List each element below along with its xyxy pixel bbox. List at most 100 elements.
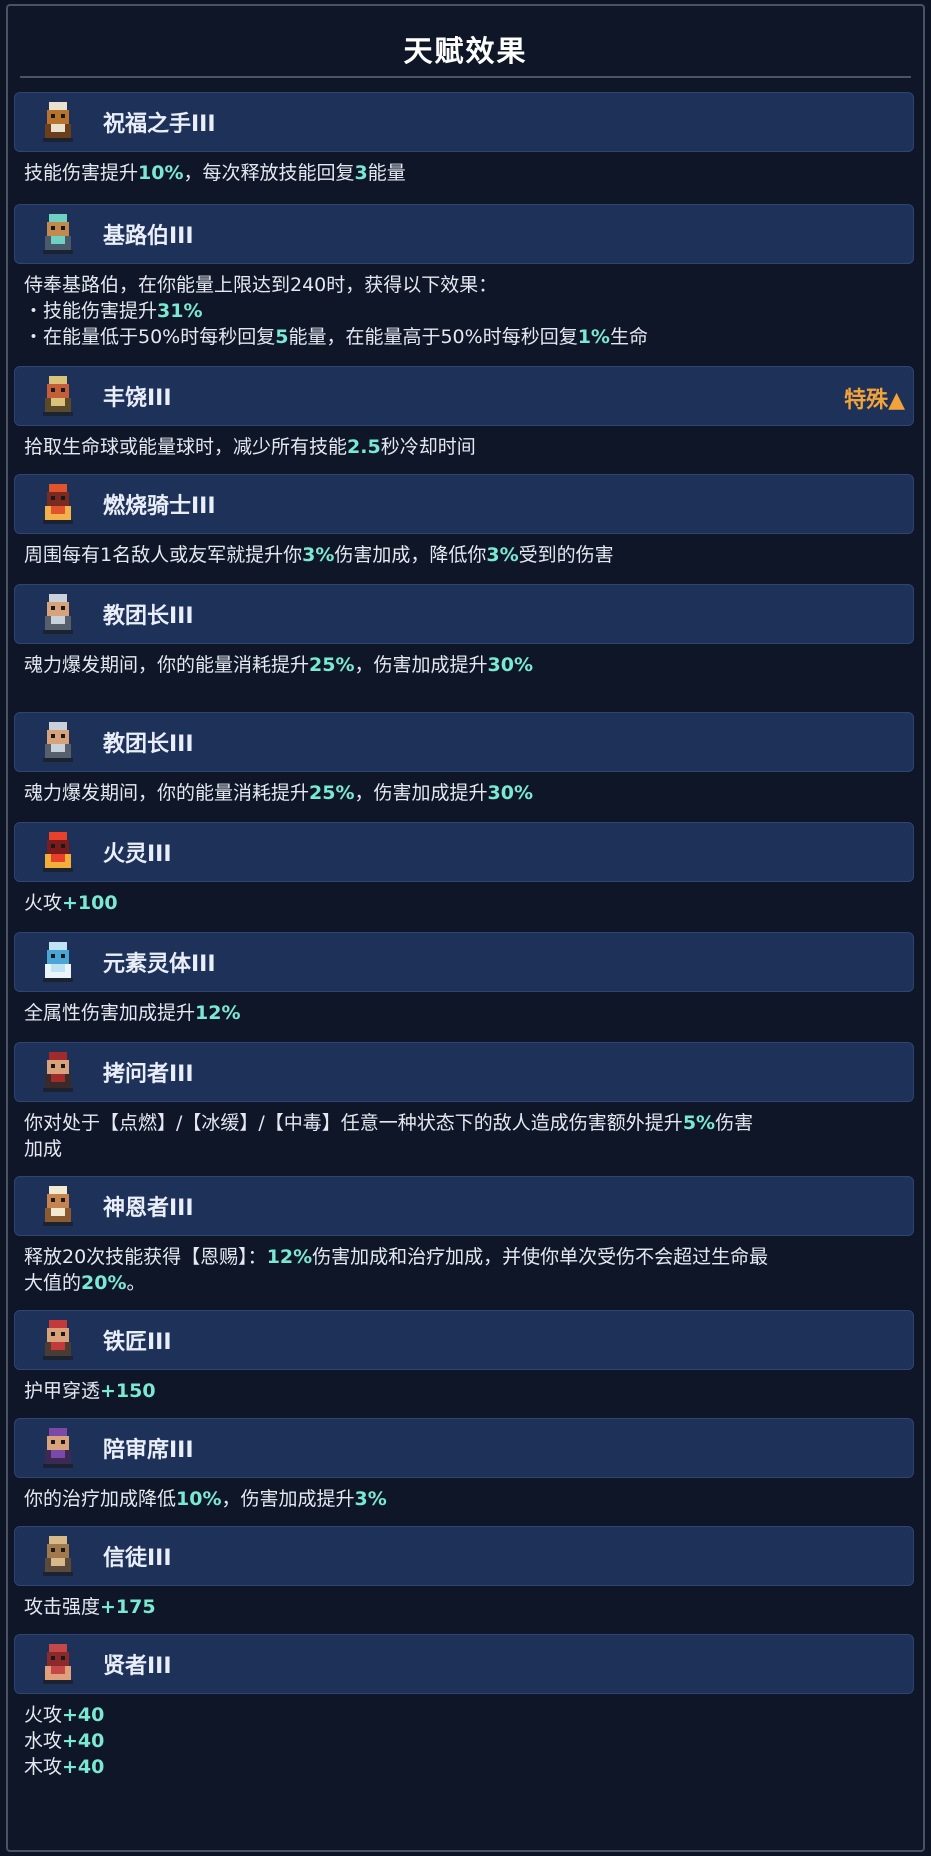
white-haired-elder-icon bbox=[43, 102, 73, 142]
talent-header[interactable]: 拷问者III bbox=[14, 1042, 914, 1102]
talent-list[interactable]: 祝福之手III 技能伤害提升10%，每次释放技能回复3能量 基路伯III 侍奉基路伯，… bbox=[14, 92, 914, 1794]
highlight-value: 25% bbox=[309, 654, 355, 676]
description-text: 攻击强度 bbox=[24, 1596, 101, 1618]
highlight-value: 3% bbox=[354, 1488, 387, 1510]
highlight-value: 30% bbox=[487, 654, 533, 676]
talent-header[interactable]: 神恩者III bbox=[14, 1176, 914, 1236]
description-text: 拾取生命球或能量球时，减少所有技能 bbox=[24, 436, 348, 458]
talent-header[interactable]: 元素灵体III bbox=[14, 932, 914, 992]
highlight-value: +40 bbox=[62, 1756, 105, 1778]
talent-item: 信徒III 攻击强度+175 bbox=[14, 1526, 914, 1620]
talent-header[interactable]: 陪审席III bbox=[14, 1418, 914, 1478]
description-line: 全属性伤害加成提升12% bbox=[24, 1000, 914, 1026]
description-text: 。 bbox=[126, 1272, 146, 1294]
talent-header[interactable]: 教团长III bbox=[14, 584, 914, 644]
highlight-value: 3% bbox=[302, 544, 335, 566]
talent-header[interactable]: 丰饶III 特殊▲ bbox=[14, 366, 914, 426]
description-line: 加成 bbox=[24, 1136, 914, 1162]
description-line: 你对处于【点燃】/【冰缓】/【中毒】任意一种状态下的敌人造成伤害额外提升5%伤害 bbox=[24, 1110, 914, 1136]
talent-description: 周围每有1名敌人或友军就提升你3%伤害加成，降低你3%受到的伤害 bbox=[14, 534, 914, 568]
highlight-value: 20% bbox=[81, 1272, 127, 1294]
talent-item: 拷问者III 你对处于【点燃】/【冰缓】/【中毒】任意一种状态下的敌人造成伤害额外… bbox=[14, 1042, 914, 1162]
talent-header[interactable]: 火灵III bbox=[14, 822, 914, 882]
order-leader-icon bbox=[43, 722, 73, 762]
description-line: 火攻+40 bbox=[24, 1702, 914, 1728]
talent-name: 祝福之手III bbox=[103, 112, 216, 137]
talent-header[interactable]: 基路伯III bbox=[14, 204, 914, 264]
description-text: 魂力爆发期间，你的能量消耗提升 bbox=[24, 654, 310, 676]
description-text: 能量，在能量高于50%时每秒回复 bbox=[288, 326, 578, 348]
highlight-value: 1% bbox=[577, 326, 610, 348]
description-text: 木攻 bbox=[24, 1756, 63, 1778]
talent-header[interactable]: 贤者III bbox=[14, 1634, 914, 1694]
talent-description: 火攻+40 水攻+40 木攻+40 bbox=[14, 1694, 914, 1780]
description-text: 释放20次技能获得【恩赐】： bbox=[24, 1246, 267, 1268]
description-text: 侍奉基路伯，在你能量上限达到240时，获得以下效果： bbox=[24, 274, 498, 296]
highlight-value: 31% bbox=[157, 300, 203, 322]
talent-name: 贤者III bbox=[103, 1654, 172, 1679]
description-line: 护甲穿透+150 bbox=[24, 1378, 914, 1404]
description-text: 技能伤害提升 bbox=[24, 162, 139, 184]
description-line: 释放20次技能获得【恩赐】：12%伤害加成和治疗加成，并使你单次受伤不会超过生命… bbox=[24, 1244, 914, 1270]
talent-description: 攻击强度+175 bbox=[14, 1586, 914, 1620]
highlight-value: +40 bbox=[62, 1704, 105, 1726]
description-line: 木攻+40 bbox=[24, 1754, 914, 1780]
talent-name: 燃烧骑士III bbox=[103, 494, 216, 519]
highlight-value: 25% bbox=[309, 782, 355, 804]
fire-spirit-icon bbox=[43, 832, 73, 872]
talent-name: 火灵III bbox=[103, 842, 172, 867]
description-text: 你对处于【点燃】/【冰缓】/【中毒】任意一种状态下的敌人造成伤害额外提升 bbox=[24, 1112, 683, 1134]
description-line: 攻击强度+175 bbox=[24, 1594, 914, 1620]
talent-item: 教团长III 魂力爆发期间，你的能量消耗提升25%，伤害加成提升30% bbox=[14, 584, 914, 678]
highlight-value: +175 bbox=[100, 1596, 156, 1618]
elemental-wizard-icon bbox=[43, 942, 73, 982]
talent-item: 祝福之手III 技能伤害提升10%，每次释放技能回复3能量 bbox=[14, 92, 914, 186]
talent-name: 丰饶III bbox=[103, 386, 172, 411]
description-text: 全属性伤害加成提升 bbox=[24, 1002, 196, 1024]
talent-item: 火灵III 火攻+100 bbox=[14, 822, 914, 916]
talent-name: 神恩者III bbox=[103, 1196, 194, 1221]
talent-description: 你对处于【点燃】/【冰缓】/【中毒】任意一种状态下的敌人造成伤害额外提升5%伤害… bbox=[14, 1102, 914, 1162]
blacksmith-icon bbox=[43, 1320, 73, 1360]
talent-header[interactable]: 信徒III bbox=[14, 1526, 914, 1586]
flame-knight-icon bbox=[43, 484, 73, 524]
talent-header[interactable]: 铁匠III bbox=[14, 1310, 914, 1370]
description-text: 秒冷却时间 bbox=[380, 436, 476, 458]
description-text: ・在能量低于50%时每秒回复 bbox=[24, 326, 276, 348]
horned-warrior-icon bbox=[43, 376, 73, 416]
talent-description: 全属性伤害加成提升12% bbox=[14, 992, 914, 1026]
description-text: 周围每有1名敌人或友军就提升你 bbox=[24, 544, 303, 566]
description-line: ・技能伤害提升31% bbox=[24, 298, 914, 324]
description-text: 大值的 bbox=[24, 1272, 82, 1294]
talent-description: 侍奉基路伯，在你能量上限达到240时，获得以下效果： ・技能伤害提升31% ・在能量… bbox=[14, 264, 914, 350]
talent-description: 魂力爆发期间，你的能量消耗提升25%，伤害加成提升30% bbox=[14, 772, 914, 806]
talent-header[interactable]: 燃烧骑士III bbox=[14, 474, 914, 534]
hooded-inquisitor-icon bbox=[43, 1052, 73, 1092]
highlight-value: +100 bbox=[62, 892, 118, 914]
talent-header[interactable]: 教团长III bbox=[14, 712, 914, 772]
special-tag[interactable]: 特殊▲ bbox=[844, 382, 905, 414]
highlight-value: 10% bbox=[176, 1488, 222, 1510]
talent-name: 陪审席III bbox=[103, 1438, 194, 1463]
highlight-value: 30% bbox=[487, 782, 533, 804]
talent-header[interactable]: 祝福之手III bbox=[14, 92, 914, 152]
talent-description: 你的治疗加成降低10%，伤害加成提升3% bbox=[14, 1478, 914, 1512]
highlight-value: +40 bbox=[62, 1730, 105, 1752]
highlight-value: 12% bbox=[195, 1002, 241, 1024]
description-text: 火攻 bbox=[24, 1704, 63, 1726]
highlight-value: +150 bbox=[100, 1380, 156, 1402]
description-line: 侍奉基路伯，在你能量上限达到240时，获得以下效果： bbox=[24, 272, 914, 298]
talent-item: 贤者III 火攻+40 水攻+40 木攻+40 bbox=[14, 1634, 914, 1780]
description-text: 伤害 bbox=[715, 1112, 754, 1134]
talent-name: 教团长III bbox=[103, 732, 194, 757]
talent-item: 元素灵体III 全属性伤害加成提升12% bbox=[14, 932, 914, 1026]
description-text: 火攻 bbox=[24, 892, 63, 914]
talent-description: 护甲穿透+150 bbox=[14, 1370, 914, 1404]
talent-description: 魂力爆发期间，你的能量消耗提升25%，伤害加成提升30% bbox=[14, 644, 914, 678]
description-line: 魂力爆发期间，你的能量消耗提升25%，伤害加成提升30% bbox=[24, 652, 914, 678]
description-text: 加成 bbox=[24, 1138, 63, 1160]
highlight-value: 10% bbox=[138, 162, 184, 184]
description-line: 技能伤害提升10%，每次释放技能回复3能量 bbox=[24, 160, 914, 186]
highlight-value: 3% bbox=[486, 544, 519, 566]
talent-description: 技能伤害提升10%，每次释放技能回复3能量 bbox=[14, 152, 914, 186]
